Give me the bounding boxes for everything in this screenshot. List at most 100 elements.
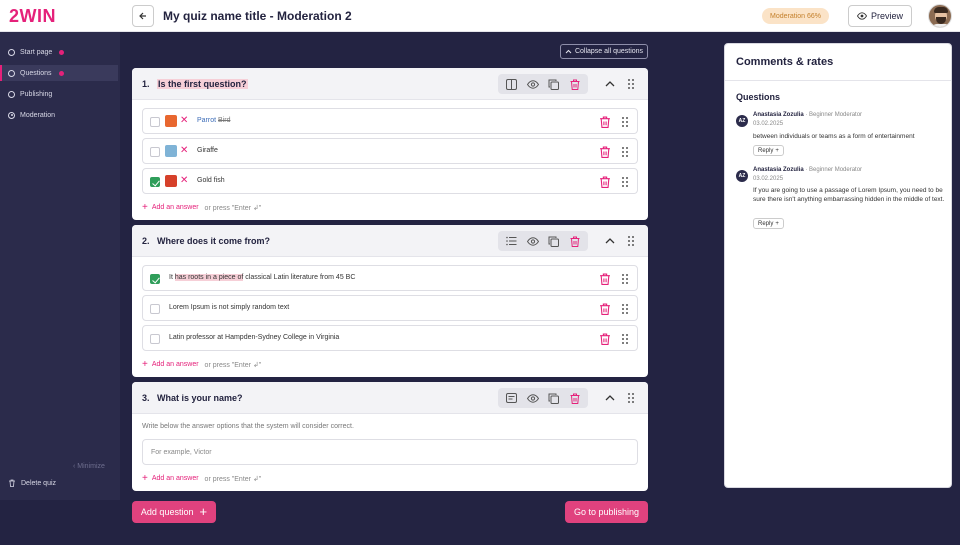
remove-image-icon[interactable]: ✕ xyxy=(180,115,188,127)
add-answer-label: Add an answer xyxy=(151,475,199,482)
duplicate-icon[interactable] xyxy=(548,392,560,404)
add-answer-button[interactable]: + Add an answer or press "Enter ↲" xyxy=(142,202,261,213)
comment-date: 03.02.2025 xyxy=(753,176,784,182)
collapse-all-button[interactable]: Collapse all questions xyxy=(560,44,648,59)
question-title[interactable]: Is the first question? xyxy=(157,79,248,89)
sidebar-item-start-page[interactable]: Start page xyxy=(0,44,118,60)
chevron-up-icon[interactable] xyxy=(604,78,616,90)
answer-text[interactable]: Lorem Ipsum is not simply random text xyxy=(169,304,289,311)
layout-columns-icon[interactable] xyxy=(506,78,518,90)
duplicate-icon[interactable] xyxy=(548,235,560,247)
divider xyxy=(725,80,951,81)
remove-image-icon[interactable]: ✕ xyxy=(180,175,188,187)
preview-button[interactable]: Preview xyxy=(848,5,912,27)
chevron-up-icon[interactable] xyxy=(604,392,616,404)
list-icon[interactable] xyxy=(506,235,518,247)
plus-icon: + xyxy=(142,359,148,370)
drag-handle-icon[interactable] xyxy=(621,116,629,128)
drag-handle-icon[interactable] xyxy=(627,235,635,247)
question-title[interactable]: What is your name? xyxy=(157,393,243,403)
answer-image-thumbnail[interactable] xyxy=(165,175,177,187)
arrow-left-icon xyxy=(139,12,146,20)
drag-handle-icon[interactable] xyxy=(621,303,629,315)
eye-icon[interactable] xyxy=(526,78,539,90)
delete-answer-icon[interactable] xyxy=(599,146,611,158)
drag-handle-icon[interactable] xyxy=(621,176,629,188)
answer-text[interactable]: It has roots in a piece of classical Lat… xyxy=(169,274,355,281)
chevron-up-icon[interactable] xyxy=(604,235,616,247)
comment-text: between individuals or teams as a form o… xyxy=(753,133,915,140)
eye-icon[interactable] xyxy=(526,235,539,247)
minimize-button[interactable]: ‹ Minimize xyxy=(73,463,105,470)
delete-answer-icon[interactable] xyxy=(599,303,611,315)
trash-icon[interactable] xyxy=(569,235,581,247)
answer-text[interactable]: Latin professor at Hampden-Sydney Colleg… xyxy=(169,334,339,341)
question-card: 3. What is your name? Write below the an… xyxy=(132,382,648,491)
delete-quiz-button[interactable]: Delete quiz xyxy=(8,479,56,487)
answer-text[interactable]: Gold fish xyxy=(197,177,225,184)
trash-icon[interactable] xyxy=(569,392,581,404)
question-title[interactable]: Where does it come from? xyxy=(157,236,270,246)
add-answer-button[interactable]: + Add an answer or press "Enter ↲" xyxy=(142,359,261,370)
question-toolbar xyxy=(498,388,588,408)
circle-icon xyxy=(8,90,15,98)
add-answer-label: Add an answer xyxy=(151,204,199,211)
question-number: 3. xyxy=(142,393,150,403)
answer-image-thumbnail[interactable] xyxy=(165,145,177,157)
delete-answer-icon[interactable] xyxy=(599,116,611,128)
answer-row: Latin professor at Hampden-Sydney Colleg… xyxy=(142,325,638,351)
notification-dot xyxy=(58,70,64,76)
question-number: 2. xyxy=(142,236,150,246)
sidebar-item-questions[interactable]: Questions xyxy=(0,65,118,81)
delete-answer-icon[interactable] xyxy=(599,333,611,345)
sidebar: Start page Questions Publishing Moderati… xyxy=(0,32,120,500)
highlighted-text: has roots in a piece of xyxy=(174,274,244,281)
eye-icon[interactable] xyxy=(526,392,539,404)
reply-button[interactable]: Reply + xyxy=(753,145,784,156)
answer-image-thumbnail[interactable] xyxy=(165,115,177,127)
answer-checkbox[interactable] xyxy=(150,117,160,127)
duplicate-icon[interactable] xyxy=(548,78,560,90)
user-avatar[interactable] xyxy=(928,4,952,28)
go-to-publishing-button[interactable]: Go to publishing xyxy=(565,501,648,523)
app-logo[interactable]: 2WIN xyxy=(9,6,56,27)
answer-text[interactable]: Parrot Bird xyxy=(197,117,230,124)
page-title: My quiz name title - Moderation 2 xyxy=(163,9,352,23)
answer-row: Lorem Ipsum is not simply random text xyxy=(142,295,638,321)
trash-icon[interactable] xyxy=(569,78,581,90)
notification-dot xyxy=(59,49,65,55)
back-button[interactable] xyxy=(132,5,154,27)
drag-handle-icon[interactable] xyxy=(621,273,629,285)
sidebar-item-moderation[interactable]: Moderation xyxy=(0,107,118,123)
answer-checkbox[interactable] xyxy=(150,147,160,157)
answer-row: It has roots in a piece of classical Lat… xyxy=(142,265,638,291)
answer-text[interactable]: Giraffe xyxy=(197,147,218,154)
add-answer-label: Add an answer xyxy=(151,361,199,368)
delete-answer-icon[interactable] xyxy=(599,176,611,188)
drag-handle-icon[interactable] xyxy=(621,333,629,345)
comment-text: If you are going to use a passage of Lor… xyxy=(753,187,945,203)
delete-quiz-label: Delete quiz xyxy=(21,479,57,487)
reply-button[interactable]: Reply + xyxy=(753,218,784,229)
add-question-button[interactable]: Add question + xyxy=(132,501,216,523)
trash-icon xyxy=(9,479,15,487)
commenter-avatar: AZ xyxy=(736,115,748,127)
add-answer-button[interactable]: + Add an answer or press "Enter ↲" xyxy=(142,473,261,484)
sidebar-item-label: Moderation xyxy=(20,111,56,119)
drag-handle-icon[interactable] xyxy=(621,146,629,158)
answer-text-input[interactable]: For example, Victor xyxy=(142,439,638,465)
answer-checkbox[interactable] xyxy=(150,334,160,344)
delete-answer-icon[interactable] xyxy=(599,273,611,285)
question-description: Write below the answer options that the … xyxy=(142,423,354,430)
sidebar-item-publishing[interactable]: Publishing xyxy=(0,86,118,102)
drag-handle-icon[interactable] xyxy=(627,78,635,90)
enter-hint: or press "Enter ↲" xyxy=(204,475,262,483)
sidebar-item-label: Questions xyxy=(20,69,52,77)
drag-handle-icon[interactable] xyxy=(627,392,635,404)
plus-icon: + xyxy=(199,504,208,519)
answer-checkbox-checked[interactable] xyxy=(150,274,160,284)
remove-image-icon[interactable]: ✕ xyxy=(180,145,188,157)
text-answer-icon[interactable] xyxy=(506,392,518,404)
answer-checkbox-checked[interactable] xyxy=(150,177,160,187)
answer-checkbox[interactable] xyxy=(150,304,160,314)
